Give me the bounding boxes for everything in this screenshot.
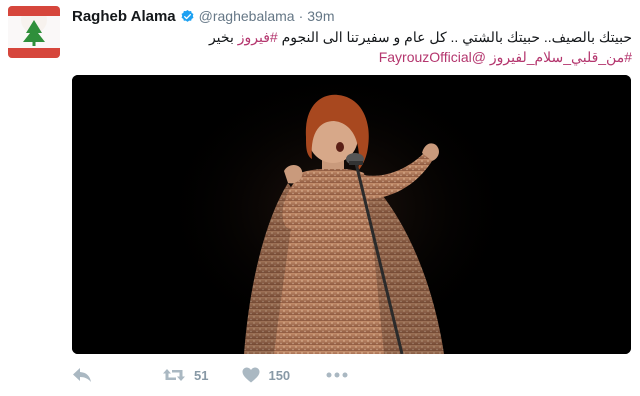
retweet-count: 51: [194, 367, 209, 383]
hashtag-link[interactable]: #من_قلبي_سلام_لفيروز: [490, 49, 632, 65]
tweet-timestamp[interactable]: 39m: [307, 8, 334, 24]
tweet-text-segment: حبيتك بالصيف.. حبيتك بالشتي .. كل عام و …: [277, 29, 632, 45]
tweet-actions: 51 150: [72, 364, 348, 386]
more-options-button[interactable]: [326, 372, 348, 378]
tweet-media-photo[interactable]: [72, 75, 631, 354]
lebanon-flag-avatar-image: [8, 6, 60, 58]
tweet-text-segment: بخير: [208, 29, 238, 45]
like-button[interactable]: 150: [242, 367, 290, 383]
tweet-text: حبيتك بالصيف.. حبيتك بالشتي .. كل عام و …: [72, 27, 632, 67]
heart-icon: [242, 367, 260, 383]
author-avatar[interactable]: [8, 6, 60, 58]
retweet-button[interactable]: 51: [162, 367, 208, 383]
author-name[interactable]: Ragheb Alama: [72, 8, 176, 25]
verified-badge-icon: [181, 9, 194, 22]
reply-button[interactable]: [72, 367, 92, 383]
author-handle[interactable]: @raghebalama: [199, 8, 295, 24]
retweet-icon: [163, 369, 185, 381]
tweet-text-line-1: حبيتك بالصيف.. حبيتك بالشتي .. كل عام و …: [72, 27, 632, 47]
tweet-text-line-2: #من_قلبي_سلام_لفيروز @FayrouzOfficial: [72, 47, 632, 67]
singer-photo: [72, 75, 631, 354]
header-separator: ·: [298, 8, 304, 24]
more-dots-icon: [326, 372, 348, 378]
mention-link[interactable]: @FayrouzOfficial: [379, 49, 486, 65]
like-count: 150: [268, 367, 291, 383]
hashtag-link[interactable]: #فيروز: [238, 29, 278, 45]
reply-icon: [73, 368, 91, 382]
tweet-header: Ragheb Alama @raghebalama · 39m: [72, 7, 334, 25]
